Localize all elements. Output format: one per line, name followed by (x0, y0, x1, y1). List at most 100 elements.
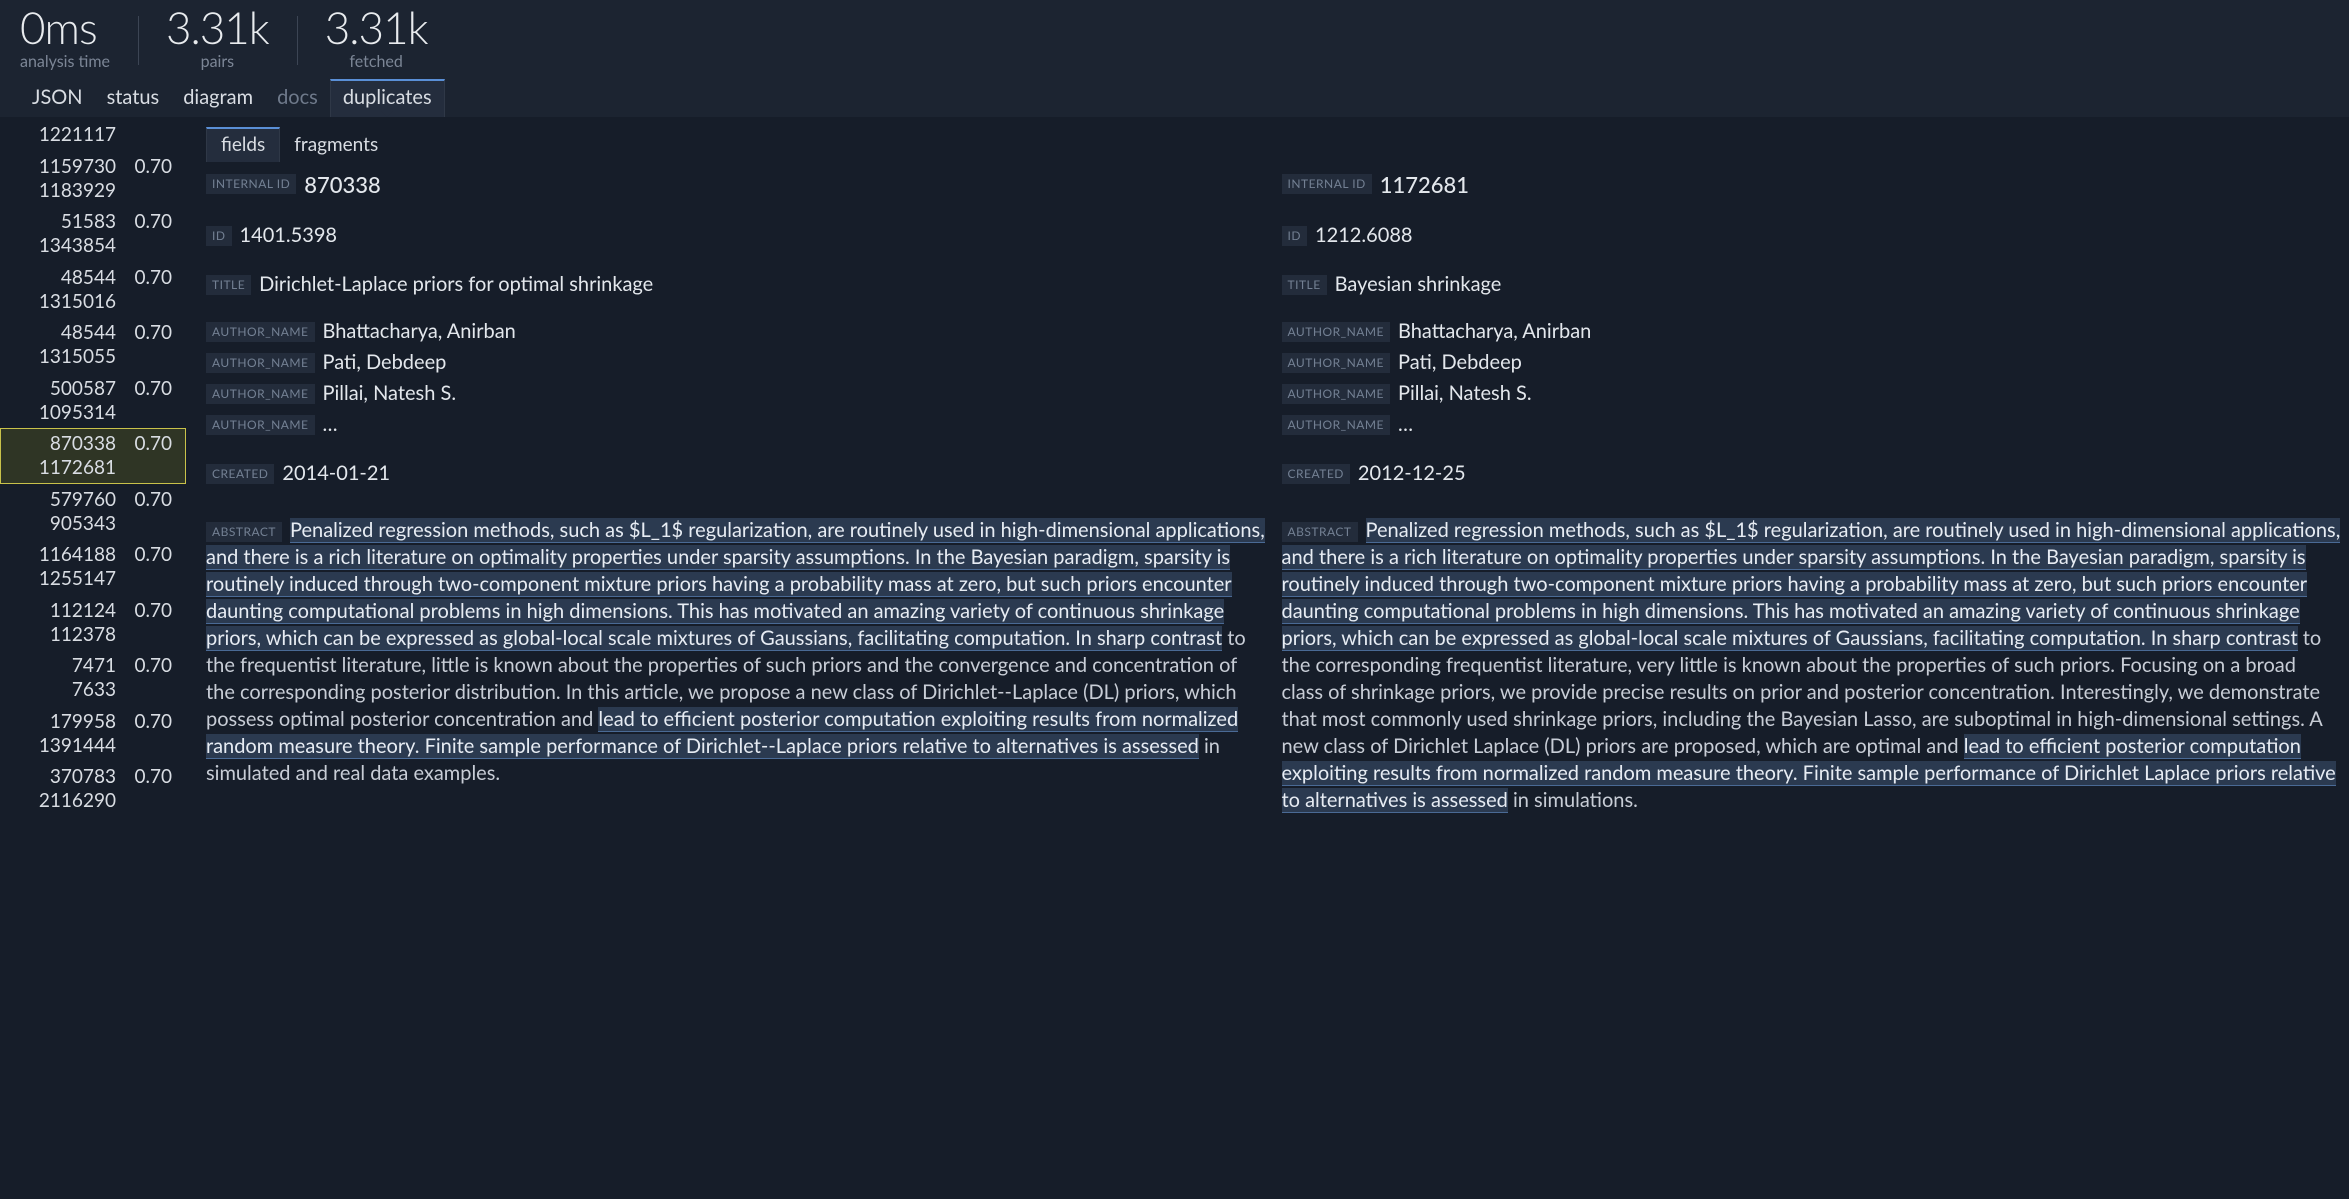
pair-row[interactable]: 747176330.70 (0, 650, 186, 706)
field-label: AUTHOR_NAME (1282, 322, 1391, 342)
field-title: TITLEDirichlet-Laplace priors for optima… (206, 269, 1266, 300)
pair-row[interactable]: 116418812551470.70 (0, 539, 186, 595)
field-value: … (1398, 411, 1413, 438)
metric-value: 3.31k (325, 6, 428, 50)
field-title: TITLE Bayesian shrinkage (1282, 269, 2342, 300)
field-label: AUTHOR_NAME (1282, 415, 1391, 435)
pair-row[interactable]: 17995813914440.70 (0, 706, 186, 762)
field-value: 1401.5398 (240, 222, 338, 249)
field-value: 2014-01-21 (282, 460, 390, 487)
pair-row[interactable]: 5797609053430.70 (0, 484, 186, 540)
field-abstract: ABSTRACTPenalized regression methods, su… (206, 517, 1266, 787)
field-created: CREATED2014-01-21 (206, 458, 1266, 489)
field-value: Pillai, Natesh S. (323, 380, 457, 407)
pair-score: 0.70 (116, 710, 172, 758)
field-author-name: AUTHOR_NAME Pillai, Natesh S. (206, 378, 1266, 409)
field-value: 1172681 (1380, 170, 1469, 200)
pair-ids: 112124112378 (0, 599, 116, 647)
secondary-tabs: fieldsfragments (206, 117, 2349, 168)
metric-pairs: 3.31k pairs (138, 6, 297, 71)
field-id: ID 1212.6088 (1282, 220, 2342, 251)
field-label: ABSTRACT (1282, 522, 1358, 542)
pair-score: 0.70 (116, 543, 172, 591)
pair-ids: 1799581391444 (0, 710, 116, 758)
field-label: AUTHOR_NAME (206, 322, 315, 342)
tab-docs[interactable]: docs (265, 79, 330, 117)
pair-row[interactable]: 87033811726810.70 (0, 428, 186, 484)
pair-ids: 1221117 (0, 123, 116, 147)
field-value: Bhattacharya, Anirban (323, 318, 516, 345)
field-label: CREATED (1282, 464, 1350, 484)
doc-left: INTERNAL ID870338ID1401.5398TITLEDirichl… (206, 168, 1266, 1187)
primary-tabs: JSONstatusdiagramdocsduplicates (0, 71, 2349, 117)
field-created: CREATED 2012-12-25 (1282, 458, 2342, 489)
pair-score: 0.70 (116, 210, 172, 258)
pair-score: 0.70 (116, 599, 172, 647)
tab-duplicates[interactable]: duplicates (330, 79, 445, 117)
metric-value: 0ms (20, 6, 97, 50)
metric-label: pairs (201, 52, 234, 71)
pair-row[interactable]: 1221117 (0, 119, 186, 151)
pair-score: 0.70 (116, 432, 172, 480)
pair-list[interactable]: 1221117115973011839290.705158313438540.7… (0, 117, 186, 1199)
pair-row[interactable]: 5158313438540.70 (0, 206, 186, 262)
field-value: Bhattacharya, Anirban (1398, 318, 1591, 345)
abstract-text: in simulations. (1508, 788, 1638, 812)
pair-row[interactable]: 1121241123780.70 (0, 595, 186, 651)
metric-label: analysis time (20, 52, 110, 71)
field-value: Pillai, Natesh S. (1398, 380, 1532, 407)
pair-ids: 8703381172681 (0, 432, 116, 480)
pair-score: 0.70 (116, 765, 172, 813)
tab-json[interactable]: JSON (20, 79, 95, 117)
pair-row[interactable]: 37078321162900.70 (0, 761, 186, 817)
field-value: … (323, 411, 338, 438)
metric-value: 3.31k (166, 6, 269, 50)
field-value: 1212.6088 (1315, 222, 1413, 249)
field-author-name: AUTHOR_NAME … (1282, 409, 2342, 440)
field-value: 870338 (304, 170, 381, 200)
pair-row[interactable]: 115973011839290.70 (0, 151, 186, 207)
field-label: TITLE (1282, 275, 1327, 295)
pair-score: 0.70 (116, 155, 172, 203)
pair-ids: 74717633 (0, 654, 116, 702)
pair-score: 0.70 (116, 488, 172, 536)
pair-row[interactable]: 50058710953140.70 (0, 373, 186, 429)
pair-ids: 11641881255147 (0, 543, 116, 591)
tab-status[interactable]: status (95, 79, 172, 117)
subtab-fields[interactable]: fields (206, 127, 280, 162)
field-value: Pati, Debdeep (323, 349, 447, 376)
pair-score: 0.70 (116, 321, 172, 369)
pair-row[interactable]: 4854413150550.70 (0, 317, 186, 373)
pair-ids: 579760905343 (0, 488, 116, 536)
field-value: Dirichlet-Laplace priors for optimal shr… (259, 271, 653, 298)
field-id: ID1401.5398 (206, 220, 1266, 251)
subtab-fragments[interactable]: fragments (280, 127, 392, 162)
field-author-name: AUTHOR_NAME Bhattacharya, Anirban (1282, 316, 2342, 347)
field-value: 2012-12-25 (1358, 460, 1466, 487)
pair-ids: 485441315055 (0, 321, 116, 369)
metric-fetched: 3.31k fetched (297, 6, 456, 71)
pair-row[interactable]: 4854413150160.70 (0, 262, 186, 318)
field-label: AUTHOR_NAME (1282, 384, 1391, 404)
metric-label: fetched (349, 52, 402, 71)
field-label: ABSTRACT (206, 522, 282, 542)
field-author-name: AUTHOR_NAME … (206, 409, 1266, 440)
field-label: ID (1282, 226, 1308, 246)
pair-ids: 11597301183929 (0, 155, 116, 203)
field-author-name: AUTHOR_NAMEPati, Debdeep (206, 347, 1266, 378)
abstract-match-span: Penalized regression methods, such as $L… (1282, 518, 2341, 651)
pair-ids: 485441315016 (0, 266, 116, 314)
abstract-match-span: Penalized regression methods, such as $L… (206, 518, 1265, 651)
field-value: Pati, Debdeep (1398, 349, 1522, 376)
field-internal-id: INTERNAL ID1172681 (1282, 168, 2342, 202)
field-author-name: AUTHOR_NAMEPati, Debdeep (1282, 347, 2342, 378)
tab-diagram[interactable]: diagram (171, 79, 265, 117)
pair-score: 0.70 (116, 266, 172, 314)
field-author-name: AUTHOR_NAME Pillai, Natesh S. (1282, 378, 2342, 409)
field-label: AUTHOR_NAME (206, 384, 315, 404)
pair-ids: 3707832116290 (0, 765, 116, 813)
field-value: Bayesian shrinkage (1335, 271, 1502, 298)
pair-score: 0.70 (116, 377, 172, 425)
field-label: AUTHOR_NAME (206, 415, 315, 435)
pair-score: 0.70 (116, 654, 172, 702)
